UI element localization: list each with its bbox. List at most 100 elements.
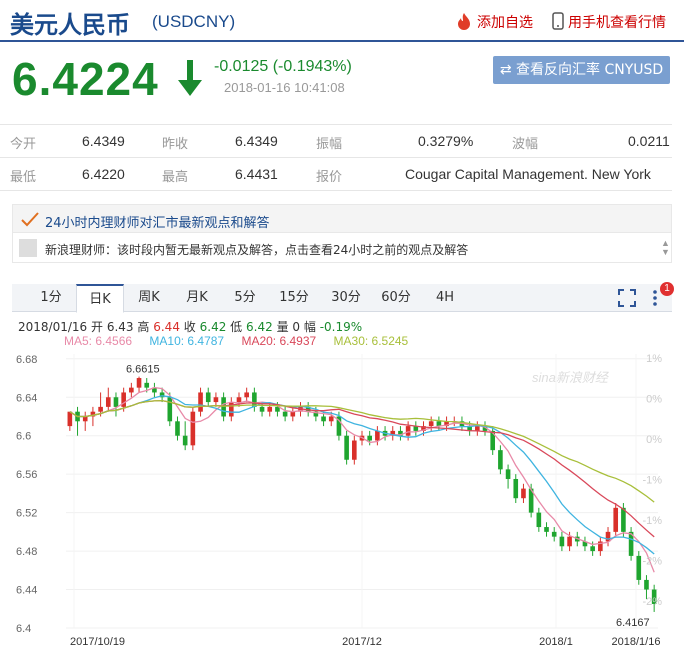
advisor-panel-title: 24小时内理财师对汇市最新观点和解答 (45, 216, 270, 231)
tab-30min[interactable]: 30分 (326, 284, 366, 312)
currency-code: (USDCNY) (152, 12, 236, 31)
down-arrow-icon (178, 60, 202, 96)
info-low-label: 低 (230, 320, 243, 334)
add-watchlist-label: 添加自选 (477, 15, 533, 31)
candle-body (567, 536, 572, 547)
info-open: 6.43 (106, 320, 134, 334)
candle-body (136, 378, 142, 388)
info-open-label: 开 (91, 320, 104, 334)
candle-body (428, 421, 434, 427)
y-tick-label: 6.6 (16, 431, 31, 443)
info-vol: 0 (292, 320, 301, 334)
tab-4h[interactable]: 4H (428, 284, 462, 312)
candle-body (544, 527, 549, 532)
low-label: 最低 (10, 170, 37, 185)
tab-60min[interactable]: 60分 (376, 284, 416, 312)
x-tick-label: 2017/12 (342, 636, 382, 648)
candle-body (536, 512, 542, 528)
candle-body (405, 426, 411, 436)
candle-body (144, 382, 150, 388)
candle-body (475, 426, 480, 431)
candle-body (321, 416, 326, 422)
x-tick-label: 2017/10/19 (70, 636, 125, 648)
open-label: 今开 (10, 137, 37, 152)
pct-tick-label: 0% (646, 394, 662, 406)
candle-body (82, 416, 88, 422)
prev-close-label: 昨收 (162, 137, 189, 152)
pct-tick-label: -1% (642, 475, 662, 487)
candle-body (105, 397, 111, 407)
y-tick-label: 6.44 (16, 585, 37, 597)
period-tabs: 1分 日K 周K 月K 5分 15分 30分 60分 4H (12, 284, 672, 313)
scroll-arrows-icon[interactable]: ▲ ▼ (661, 239, 670, 257)
max-price-label: 6.6615 (126, 364, 160, 376)
candle-body (98, 406, 103, 412)
candle-body (267, 406, 273, 412)
tab-15min[interactable]: 15分 (274, 284, 314, 312)
quote-time: 2018-01-16 10:41:08 (224, 80, 345, 95)
quote-source-label: 报价 (316, 170, 343, 185)
price-change: -0.0125 (-0.1943%) (214, 58, 352, 75)
advisor-panel-header[interactable]: 24小时内理财师对汇市最新观点和解答 (12, 204, 672, 233)
candle-body (282, 411, 288, 417)
x-tick-label: 2018/1/16 (612, 636, 661, 648)
candle-body (605, 531, 611, 542)
y-tick-label: 6.48 (16, 546, 37, 558)
candle-body (236, 397, 242, 403)
pct-tick-label: 1% (646, 353, 662, 365)
high-label: 最高 (162, 170, 189, 185)
tab-5min[interactable]: 5分 (228, 284, 262, 312)
candle-body (113, 397, 119, 407)
candle-body (244, 392, 249, 398)
reverse-rate-button[interactable]: ⇄ 查看反向汇率 CNYUSD (493, 56, 670, 84)
tab-daily[interactable]: 日K (76, 284, 124, 313)
amplitude-label: 振幅 (316, 137, 343, 152)
info-close: 6.42 (199, 320, 227, 334)
candle-body (498, 450, 503, 470)
fullscreen-icon[interactable] (618, 289, 636, 307)
tab-1min[interactable]: 1分 (34, 284, 68, 312)
candle-body (259, 406, 265, 412)
add-watchlist-button[interactable]: 添加自选 (455, 12, 533, 32)
candle-body (344, 435, 349, 460)
candle-body (644, 579, 649, 590)
candle-body (375, 430, 380, 441)
currency-name: 美元人民币 (10, 11, 130, 39)
candle-info: 2018/01/16 开 6.43 高 6.44 收 6.42 低 6.42 量… (18, 318, 362, 335)
kline-chart[interactable]: sina新浪财经 6.686.646.66.566.526.486.446.41… (12, 346, 672, 651)
info-high-label: 高 (137, 320, 150, 334)
info-low: 6.42 (246, 320, 273, 334)
info-high: 6.44 (153, 320, 180, 334)
candle-body (221, 397, 226, 417)
candle-body (505, 469, 511, 479)
y-tick-label: 6.68 (16, 354, 37, 366)
info-vol-label: 量 (276, 320, 289, 334)
y-tick-label: 6.52 (16, 508, 37, 520)
advisor-message[interactable]: 新浪理财师：该时段内暂无最新观点及解答，点击查看24小时之前的观点及解答 ▲ ▼ (12, 233, 672, 263)
pct-tick-label: -1% (642, 515, 662, 527)
candle-body (205, 392, 211, 403)
prev-close-value: 6.4349 (235, 133, 278, 149)
mobile-view-link[interactable]: 用手机查看行情 (552, 12, 666, 32)
tab-monthly[interactable]: 月K (178, 284, 216, 312)
info-pct: -0.19% (319, 320, 363, 334)
candle-body (182, 435, 188, 446)
candle-body (352, 440, 357, 460)
candle-body (167, 397, 173, 422)
amplitude-value: 0.3279% (418, 133, 474, 149)
wave-value: 0.0211 (628, 133, 670, 149)
fire-icon (458, 13, 470, 30)
advisor-message-text: 新浪理财师：该时段内暂无最新观点及解答，点击查看24小时之前的观点及解答 (45, 243, 469, 257)
info-close-label: 收 (183, 320, 196, 334)
notification-badge: 1 (660, 282, 674, 296)
more-options-icon[interactable] (652, 289, 658, 307)
candle-body (328, 416, 334, 422)
mobile-view-label: 用手机查看行情 (568, 15, 666, 31)
current-price: 6.4224 (12, 53, 159, 105)
candle-body (613, 507, 619, 532)
tab-weekly[interactable]: 周K (130, 284, 168, 312)
candle-body (213, 397, 219, 403)
page-header: 美元人民币 (USDCNY) 添加自选 用手机查看行情 (0, 0, 684, 42)
stats-row: 今开 6.4349 昨收 6.4349 振幅 0.3279% 波幅 0.0211 (0, 125, 672, 158)
candle-body (590, 546, 595, 552)
